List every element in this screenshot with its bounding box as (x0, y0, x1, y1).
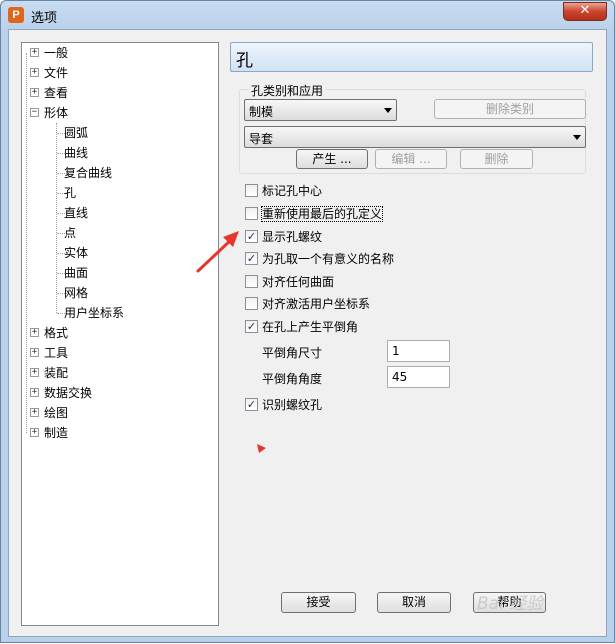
tree-connector (56, 123, 57, 313)
chamfer-size-input[interactable]: 1 (387, 340, 450, 362)
tree-item-label: 装配 (44, 366, 69, 380)
checkbox-align-active-ucs[interactable]: 对齐激活用户坐标系 (245, 296, 370, 314)
accept-button[interactable]: 接受 (281, 592, 356, 613)
collapse-icon[interactable]: − (30, 108, 39, 117)
expand-icon[interactable]: + (30, 368, 39, 377)
checkbox-label: 对齐任何曲面 (262, 275, 335, 289)
watermark: Bai 经验 (477, 594, 544, 614)
app-logo-icon: P (8, 7, 24, 23)
checkbox-mark-hole-center[interactable]: 标记孔中心 (245, 183, 322, 201)
window-title: 选项 (31, 11, 58, 26)
checkbox-label: 在孔上产生平倒角 (262, 320, 359, 334)
tree-item-label: 形体 (44, 106, 69, 120)
category-combo[interactable]: 制模 (244, 99, 397, 121)
checkbox-reuse-last-definition[interactable]: 重新使用最后的孔定义 (245, 206, 384, 224)
close-button[interactable]: ✕ (563, 2, 607, 21)
checkbox-recognize-thread-hole[interactable]: ✓ 识别螺纹孔 (245, 397, 322, 415)
chamfer-size-label: 平倒角尺寸 (262, 346, 323, 360)
group-label: 孔类别和应用 (249, 82, 326, 99)
expand-icon[interactable]: + (30, 68, 39, 77)
checkbox-show-hole-thread[interactable]: ✓ 显示孔螺纹 (245, 229, 322, 247)
delete-button[interactable]: 删除 (460, 149, 533, 169)
checkbox-label: 显示孔螺纹 (262, 230, 323, 244)
checkbox-meaningful-name[interactable]: ✓ 为孔取一个有意义的名称 (245, 251, 394, 269)
expand-icon[interactable]: + (30, 48, 39, 57)
tree-item-label: 工具 (44, 346, 69, 360)
tree-item-label: 一般 (44, 46, 69, 60)
expand-icon[interactable]: + (30, 88, 39, 97)
check-icon[interactable]: ✓ (245, 398, 258, 411)
delete-category-button[interactable]: 删除类别 (434, 99, 586, 119)
checkbox-box[interactable] (245, 297, 258, 310)
input-value: 1 (392, 344, 400, 358)
expand-icon[interactable]: + (30, 408, 39, 417)
tree-item-composite-curve[interactable]: 复合曲线 (64, 163, 112, 183)
checkbox-flat-chamfer[interactable]: ✓ 在孔上产生平倒角 (245, 319, 358, 337)
tree-connector (26, 53, 27, 433)
expand-icon[interactable]: + (30, 388, 39, 397)
checkbox-box[interactable] (245, 207, 258, 220)
tree-item-label: 制造 (44, 426, 69, 440)
checkbox-box[interactable] (245, 184, 258, 197)
check-icon[interactable]: ✓ (245, 320, 258, 333)
chamfer-angle-label: 平倒角角度 (262, 372, 323, 386)
tree-item-line[interactable]: 直线 (64, 203, 88, 223)
expand-icon[interactable]: + (30, 428, 39, 437)
tree-item-curve[interactable]: 曲线 (64, 143, 88, 163)
tree-item-solid[interactable]: 实体 (64, 243, 88, 263)
tree-item-label: 格式 (44, 326, 69, 340)
checkbox-label: 重新使用最后的孔定义 (260, 206, 384, 222)
tree-item-user-cs[interactable]: 用户坐标系 (64, 303, 124, 323)
tree-item-point[interactable]: 点 (64, 223, 76, 243)
options-tree[interactable]: + 一般 + 文件 + 查看 − 形体 圆弧 曲线 复合曲线 孔 直线 点 实体… (21, 42, 219, 626)
checkbox-align-any-surface[interactable]: 对齐任何曲面 (245, 274, 334, 292)
tree-item-label: 绘图 (44, 406, 69, 420)
chevron-down-icon (573, 135, 581, 140)
checkbox-label: 标记孔中心 (262, 184, 323, 198)
cancel-button[interactable]: 取消 (377, 592, 451, 613)
checkbox-label: 为孔取一个有意义的名称 (262, 252, 395, 266)
page-title-bar: 孔 (230, 42, 593, 72)
combo-value: 制模 (249, 105, 274, 119)
expand-icon[interactable]: + (30, 348, 39, 357)
page-title: 孔 (236, 51, 253, 71)
tree-item-mesh[interactable]: 网格 (64, 283, 88, 303)
check-icon[interactable]: ✓ (245, 230, 258, 243)
expand-icon[interactable]: + (30, 328, 39, 337)
edit-button[interactable]: 编辑 ... (375, 149, 447, 169)
chevron-down-icon (384, 108, 392, 113)
application-combo[interactable]: 导套 (244, 126, 586, 148)
tree-item-label: 数据交换 (44, 386, 93, 400)
checkbox-label: 对齐激活用户坐标系 (262, 297, 371, 311)
options-dialog: P 选项 ✕ + 一般 + 文件 + 查看 − 形体 圆弧 曲线 复合曲线 孔 … (0, 0, 615, 643)
checkbox-box[interactable] (245, 275, 258, 288)
tree-item-hole[interactable]: 孔 (64, 183, 76, 203)
check-icon[interactable]: ✓ (245, 252, 258, 265)
tree-item-label: 文件 (44, 66, 69, 80)
input-value: 45 (392, 370, 408, 384)
generate-button[interactable]: 产生 ... (296, 149, 368, 169)
combo-value: 导套 (249, 132, 274, 146)
dialog-body: + 一般 + 文件 + 查看 − 形体 圆弧 曲线 复合曲线 孔 直线 点 实体… (8, 29, 607, 637)
chamfer-angle-input[interactable]: 45 (387, 366, 450, 388)
tree-item-surface[interactable]: 曲面 (64, 263, 88, 283)
tree-item-label: 查看 (44, 86, 69, 100)
title-bar[interactable]: P 选项 ✕ (1, 1, 614, 29)
tree-item-arc[interactable]: 圆弧 (64, 123, 88, 143)
checkbox-label: 识别螺纹孔 (262, 398, 323, 412)
